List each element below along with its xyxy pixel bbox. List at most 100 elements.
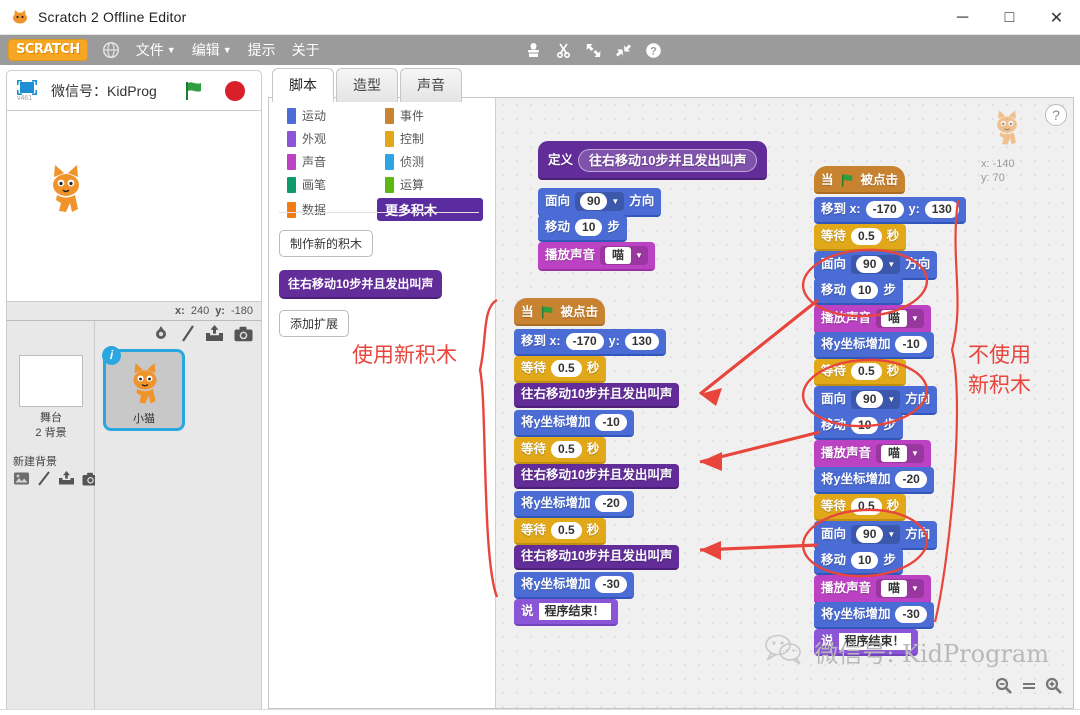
add-extension-button[interactable]: 添加扩展 xyxy=(279,310,350,337)
block-go-to-xy[interactable]: 移到 x: -170 y: 130 xyxy=(814,197,966,224)
seconds-input[interactable]: 0.5 xyxy=(851,363,882,380)
block-when-flag-clicked[interactable]: 当 被点击 xyxy=(514,298,606,326)
block-point-in-direction[interactable]: 面向 90 ▼ 方向 xyxy=(814,386,938,415)
zoom-reset-icon[interactable] xyxy=(1021,679,1037,698)
maximize-button[interactable]: □ xyxy=(986,0,1033,35)
sound-dropdown[interactable]: 喵 ▼ xyxy=(876,444,924,463)
sound-dropdown[interactable]: 喵 ▼ xyxy=(600,246,648,265)
block-play-sound[interactable]: 播放声音 喵 ▼ xyxy=(814,440,931,469)
change-y-input[interactable]: -10 xyxy=(895,336,927,353)
block-wait-seconds[interactable]: 等待 0.5 秒 xyxy=(814,359,907,386)
block-move-steps[interactable]: 移动 10 步 xyxy=(814,413,903,440)
block-change-y-by[interactable]: 将y坐标增加 -30 xyxy=(514,572,634,599)
direction-dropdown[interactable]: 90 ▼ xyxy=(851,390,901,409)
block-point-in-direction[interactable]: 面向 90 ▼ 方向 xyxy=(538,188,662,217)
block-when-flag-clicked[interactable]: 当 被点击 xyxy=(814,166,906,194)
menu-item-file[interactable]: 文件 ▼ xyxy=(136,40,176,60)
sound-dropdown[interactable]: 喵 ▼ xyxy=(876,309,924,328)
x-input[interactable]: -170 xyxy=(865,201,904,218)
palette-category-sensing[interactable]: 侦测 xyxy=(381,152,483,171)
palette-category-more-blocks[interactable]: 更多积木 xyxy=(377,198,483,221)
block-move-steps[interactable]: 移动 10 步 xyxy=(814,548,903,575)
help-icon[interactable]: ? xyxy=(645,42,662,59)
stop-icon[interactable] xyxy=(225,81,245,101)
stamp-icon[interactable] xyxy=(525,42,542,59)
palette-category-motion[interactable]: 运动 xyxy=(283,106,381,125)
stage-canvas[interactable] xyxy=(6,110,262,302)
direction-dropdown[interactable]: 90 ▼ xyxy=(575,192,625,211)
palette-category-looks[interactable]: 外观 xyxy=(283,129,381,148)
tab-scripts[interactable]: 脚本 xyxy=(272,68,334,102)
block-go-to-xy[interactable]: 移到 x: -170 y: 130 xyxy=(514,329,666,356)
script-canvas[interactable]: ? x: -140 y: 70 定义 往右移动10步并且发出叫声 面向 90 ▼… xyxy=(495,98,1073,708)
zoom-in-icon[interactable] xyxy=(1045,677,1063,700)
fullscreen-icon[interactable]: v461 xyxy=(15,78,41,103)
shrink-icon[interactable] xyxy=(615,42,632,59)
y-input[interactable]: 130 xyxy=(624,333,659,350)
change-y-input[interactable]: -20 xyxy=(895,471,927,488)
custom-block-palette-item[interactable]: 往右移动10步并且发出叫声 xyxy=(279,270,443,299)
block-change-y-by[interactable]: 将y坐标增加 -10 xyxy=(514,410,634,437)
say-text-input[interactable]: 程序结束！ xyxy=(538,603,611,620)
seconds-input[interactable]: 0.5 xyxy=(851,228,882,245)
help-icon[interactable]: ? xyxy=(1045,104,1067,126)
sound-dropdown[interactable]: 喵 ▼ xyxy=(876,579,924,598)
palette-category-sound[interactable]: 声音 xyxy=(283,152,381,171)
change-y-input[interactable]: -20 xyxy=(595,495,627,512)
block-wait-seconds[interactable]: 等待 0.5 秒 xyxy=(814,494,907,521)
seconds-input[interactable]: 0.5 xyxy=(551,360,582,377)
close-button[interactable]: ✕ xyxy=(1033,0,1080,35)
block-wait-seconds[interactable]: 等待 0.5 秒 xyxy=(514,518,607,545)
library-icon[interactable] xyxy=(13,471,30,491)
palette-category-control[interactable]: 控制 xyxy=(381,129,483,148)
palette-category-events[interactable]: 事件 xyxy=(381,106,483,125)
block-play-sound[interactable]: 播放声音 喵 ▼ xyxy=(814,575,931,604)
tab-costumes[interactable]: 造型 xyxy=(336,68,398,102)
paint-icon[interactable] xyxy=(37,471,51,491)
menu-item-about[interactable]: 关于 xyxy=(292,40,320,60)
change-y-input[interactable]: -10 xyxy=(595,414,627,431)
direction-dropdown[interactable]: 90 ▼ xyxy=(851,525,901,544)
stage-thumbnail[interactable] xyxy=(19,355,83,407)
change-y-input[interactable]: -30 xyxy=(595,576,627,593)
block-custom-call[interactable]: 往右移动10步并且发出叫声 xyxy=(514,545,680,570)
block-change-y-by[interactable]: 将y坐标增加 -20 xyxy=(814,467,934,494)
steps-input[interactable]: 10 xyxy=(851,417,879,434)
block-play-sound[interactable]: 播放声音 喵 ▼ xyxy=(814,305,931,334)
block-change-y-by[interactable]: 将y坐标增加 -30 xyxy=(814,602,934,629)
block-change-y-by[interactable]: 将y坐标增加 -20 xyxy=(514,491,634,518)
upload-icon[interactable] xyxy=(205,325,224,347)
x-input[interactable]: -170 xyxy=(565,333,604,350)
direction-dropdown[interactable]: 90 ▼ xyxy=(851,255,901,274)
y-input[interactable]: 130 xyxy=(924,201,959,218)
steps-input[interactable]: 10 xyxy=(851,282,879,299)
palette-category-pen[interactable]: 画笔 xyxy=(283,175,381,194)
block-custom-call[interactable]: 往右移动10步并且发出叫声 xyxy=(514,464,680,489)
camera-icon[interactable] xyxy=(234,326,253,347)
block-say[interactable]: 说 程序结束！ xyxy=(514,599,618,626)
make-a-block-button[interactable]: 制作新的积木 xyxy=(279,230,374,257)
zoom-out-icon[interactable] xyxy=(995,677,1013,700)
block-wait-seconds[interactable]: 等待 0.5 秒 xyxy=(514,437,607,464)
block-change-y-by[interactable]: 将y坐标增加 -10 xyxy=(814,332,934,359)
block-define-hat[interactable]: 定义 往右移动10步并且发出叫声 xyxy=(538,141,768,180)
block-move-steps[interactable]: 移动 10 步 xyxy=(814,278,903,305)
steps-input[interactable]: 10 xyxy=(575,219,603,236)
tab-sounds[interactable]: 声音 xyxy=(400,68,462,102)
block-wait-seconds[interactable]: 等待 0.5 秒 xyxy=(814,224,907,251)
seconds-input[interactable]: 0.5 xyxy=(851,498,882,515)
palette-category-operators[interactable]: 运算 xyxy=(381,175,483,194)
menu-item-tips[interactable]: 提示 xyxy=(248,40,276,60)
green-flag-icon[interactable] xyxy=(183,80,205,102)
list-item[interactable]: i 小猫 xyxy=(102,346,185,431)
block-point-in-direction[interactable]: 面向 90 ▼ 方向 xyxy=(814,251,938,280)
block-point-in-direction[interactable]: 面向 90 ▼ 方向 xyxy=(814,521,938,550)
block-wait-seconds[interactable]: 等待 0.5 秒 xyxy=(514,356,607,383)
minimize-button[interactable]: ─ xyxy=(939,0,986,35)
menu-item-edit[interactable]: 编辑 ▼ xyxy=(192,40,232,60)
steps-input[interactable]: 10 xyxy=(851,552,879,569)
globe-icon[interactable] xyxy=(102,41,120,59)
block-custom-call[interactable]: 往右移动10步并且发出叫声 xyxy=(514,383,680,408)
block-move-steps[interactable]: 移动 10 步 xyxy=(538,215,627,242)
new-sprite-icon[interactable] xyxy=(152,325,171,347)
